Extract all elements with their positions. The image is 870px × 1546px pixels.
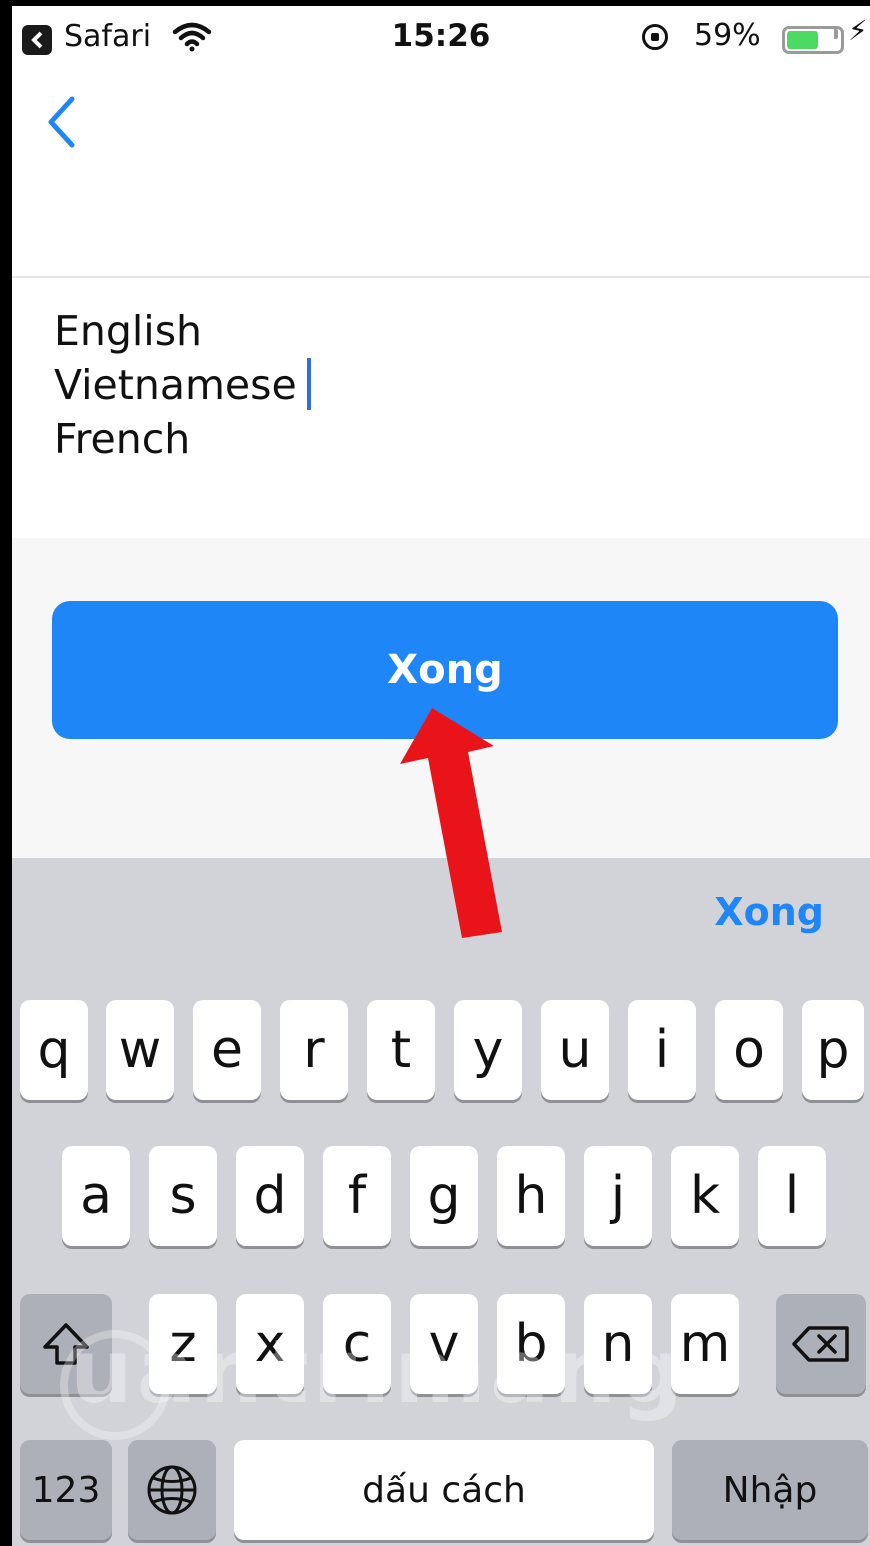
key-u[interactable]: u <box>541 1000 609 1100</box>
return-key[interactable]: Nhập <box>672 1440 868 1540</box>
languages-text-area[interactable]: English Vietnamese French <box>12 278 870 538</box>
status-bar: Safari 15:26 59% <box>12 6 870 68</box>
text-line-english: English <box>54 307 203 355</box>
battery-percent: 59% <box>694 18 761 53</box>
key-j[interactable]: j <box>584 1146 652 1246</box>
keyboard-done-button[interactable]: Xong <box>714 890 824 934</box>
red-arrow-annotation <box>400 708 502 938</box>
key-y[interactable]: y <box>454 1000 522 1100</box>
screen: Safari 15:26 59% ⚡ English Vietnamese Fr… <box>0 0 870 1546</box>
key-l[interactable]: l <box>758 1146 826 1246</box>
key-t[interactable]: t <box>367 1000 435 1100</box>
text-line-vietnamese: Vietnamese <box>54 361 297 409</box>
globe-key[interactable] <box>128 1440 216 1540</box>
key-s[interactable]: s <box>149 1146 217 1246</box>
space-key[interactable]: dấu cách <box>234 1440 654 1540</box>
backspace-icon <box>792 1326 849 1362</box>
key-r[interactable]: r <box>280 1000 348 1100</box>
key-f[interactable]: f <box>323 1146 391 1246</box>
charging-icon: ⚡ <box>848 14 868 47</box>
key-h[interactable]: h <box>497 1146 565 1246</box>
key-i[interactable]: i <box>628 1000 696 1100</box>
back-button[interactable] <box>46 96 96 152</box>
key-e[interactable]: e <box>193 1000 261 1100</box>
globe-icon <box>147 1465 197 1515</box>
frame-left-edge <box>0 0 12 1546</box>
numbers-key[interactable]: 123 <box>20 1440 112 1540</box>
key-g[interactable]: g <box>410 1146 478 1246</box>
battery-level-fill <box>787 31 818 49</box>
key-w[interactable]: w <box>106 1000 174 1100</box>
orientation-lock-icon <box>642 24 668 50</box>
chevron-left-icon <box>48 96 75 148</box>
nav-bar <box>12 68 870 276</box>
text-line-french: French <box>54 415 191 463</box>
key-a[interactable]: a <box>62 1146 130 1246</box>
watermark-text: uantrimang <box>70 1320 688 1423</box>
key-p[interactable]: p <box>802 1000 864 1100</box>
key-d[interactable]: d <box>236 1146 304 1246</box>
delete-key[interactable] <box>776 1294 866 1394</box>
key-k[interactable]: k <box>671 1146 739 1246</box>
text-caret <box>307 358 311 410</box>
battery-tip <box>834 29 838 39</box>
key-q[interactable]: q <box>20 1000 88 1100</box>
key-o[interactable]: o <box>715 1000 783 1100</box>
